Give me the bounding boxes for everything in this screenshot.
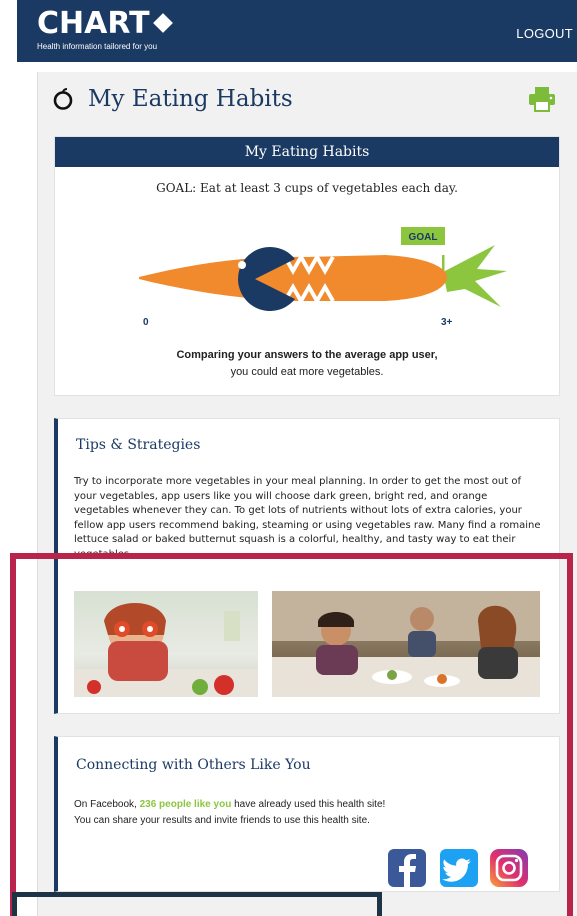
- people-like-you-count[interactable]: 236 people like you: [140, 799, 232, 810]
- tips-body-text: Try to incorporate more vegetables in yo…: [74, 476, 541, 560]
- friends-dining-photo: [272, 591, 540, 697]
- app-header: CHART Health information tailored for yo…: [17, 0, 577, 62]
- twitter-icon[interactable]: [440, 849, 478, 887]
- comparison-text: you could eat more vegetables.: [230, 366, 384, 378]
- scale-max-label: 3+: [441, 317, 453, 327]
- print-icon[interactable]: [528, 86, 556, 112]
- page-title-row: My Eating Habits: [52, 86, 293, 112]
- connect-title: Connecting with Others Like You: [76, 757, 311, 773]
- comparison-heading: Comparing your answers to the average ap…: [176, 349, 438, 361]
- tips-title: Tips & Strategies: [76, 437, 201, 453]
- carrot-body: [139, 255, 447, 301]
- page-content: My Eating Habits My Eating Habits GOAL: …: [37, 72, 577, 916]
- logout-link[interactable]: LOGOUT: [516, 26, 573, 41]
- share-invite-text: You can share your results and invite fr…: [74, 815, 370, 826]
- facebook-usage-text: On Facebook, 236 people like you have al…: [74, 799, 385, 810]
- facebook-icon[interactable]: [388, 849, 426, 887]
- tips-strategies-card: Tips & Strategies Try to incorporate mor…: [54, 418, 560, 714]
- eating-habits-card-heading: My Eating Habits: [55, 137, 559, 167]
- logo-tagline: Health information tailored for you: [37, 42, 158, 51]
- facebook-usage-prefix: On Facebook,: [74, 799, 140, 810]
- goal-text: GOAL: Eat at least 3 cups of vegetables …: [156, 181, 458, 195]
- page-title: My Eating Habits: [88, 86, 293, 112]
- eating-habits-card: My Eating Habits GOAL: Eat at least 3 cu…: [54, 136, 560, 396]
- logo-diamond-icon: [152, 13, 173, 33]
- goal-flag-label: GOAL: [409, 232, 438, 243]
- chart-logo[interactable]: CHART Health information tailored for yo…: [37, 6, 173, 52]
- carrot-leaves-icon: [443, 245, 507, 307]
- instagram-icon[interactable]: [490, 849, 528, 887]
- pacman-eye: [238, 261, 246, 269]
- logo-wordmark: CHART: [37, 6, 150, 41]
- scale-min-label: 0: [143, 317, 149, 327]
- connecting-others-card: Connecting with Others Like You On Faceb…: [54, 736, 560, 892]
- apple-icon: [53, 88, 73, 110]
- facebook-usage-suffix: have already used this health site!: [231, 799, 386, 810]
- child-with-vegetables-photo: [74, 591, 258, 697]
- carrot-progress-graphic: GOAL 0 3+: [139, 227, 507, 327]
